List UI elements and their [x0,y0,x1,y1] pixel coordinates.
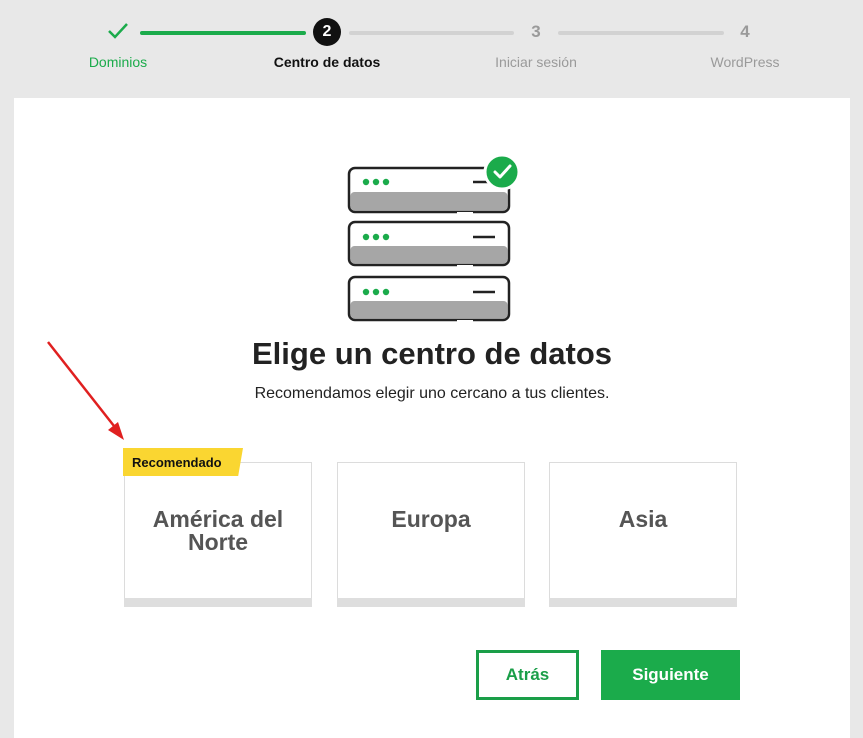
server-rack-icon [345,150,525,331]
progress-line-completed [140,31,306,35]
datacenter-option-north-america[interactable]: América del Norte [124,462,312,607]
datacenter-option-europe[interactable]: Europa [337,462,525,607]
recommended-badge: Recomendado [123,448,243,476]
next-button[interactable]: Siguiente [601,650,740,700]
page-subtitle: Recomendamos elegir uno cercano a tus cl… [254,385,610,402]
option-label: Asia [618,506,668,532]
option-label: América del Norte [152,506,284,555]
progress-line-pending [558,31,724,35]
step-1-label[interactable]: Dominios [89,54,147,70]
checkmark-icon [104,18,132,46]
step-2-number: 2 [313,18,341,46]
step-3-label: Iniciar sesión [495,54,577,70]
step-4-label: WordPress [710,54,780,70]
progress-stepper: 2 3 4 Dominios Centro de datos Iniciar s… [0,0,863,98]
step-3-number: 3 [531,22,541,41]
option-label: Europa [391,506,471,532]
back-button[interactable]: Atrás [476,650,579,700]
progress-line-pending [349,31,514,35]
step-4-number: 4 [740,22,750,41]
page-title: Elige un centro de datos [252,336,612,371]
datacenter-option-asia[interactable]: Asia [549,462,737,607]
annotation-arrow-icon [44,338,134,453]
step-2-label: Centro de datos [273,54,381,70]
